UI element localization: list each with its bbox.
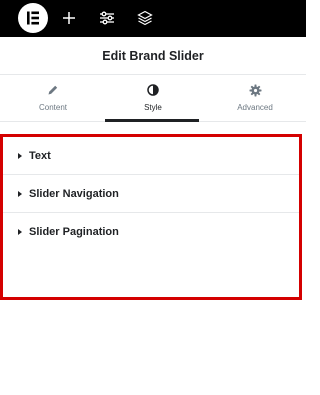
tab-content-label: Content	[38, 103, 68, 112]
pencil-icon	[46, 83, 60, 97]
caret-right-icon	[18, 229, 22, 235]
style-sections-highlight: Text Slider Navigation Slider Pagination	[0, 134, 302, 300]
half-circle-icon	[146, 83, 160, 97]
layers-icon[interactable]	[135, 8, 155, 28]
panel-tabs: Content Style Advanced	[0, 75, 306, 122]
section-text[interactable]: Text	[3, 137, 299, 175]
section-label: Slider Pagination	[29, 226, 119, 238]
section-slider-pagination[interactable]: Slider Pagination	[3, 213, 299, 251]
elementor-logo-icon[interactable]	[18, 3, 48, 33]
tab-content[interactable]: Content	[2, 75, 104, 122]
active-tab-indicator	[105, 119, 199, 122]
tab-style-label: Style	[144, 103, 162, 112]
tab-style[interactable]: Style	[102, 75, 204, 122]
caret-right-icon	[18, 152, 22, 159]
caret-right-icon	[18, 190, 22, 197]
section-label: Text	[29, 149, 51, 162]
sliders-icon[interactable]	[97, 8, 117, 28]
tab-advanced-label: Advanced	[237, 103, 273, 112]
gear-icon	[248, 83, 262, 97]
section-label: Slider Navigation	[29, 187, 119, 200]
panel-title: Edit Brand Slider	[0, 37, 306, 75]
top-toolbar	[0, 0, 306, 37]
plus-icon[interactable]	[59, 8, 79, 28]
tab-advanced[interactable]: Advanced	[204, 75, 306, 122]
section-slider-navigation[interactable]: Slider Navigation	[3, 175, 299, 213]
